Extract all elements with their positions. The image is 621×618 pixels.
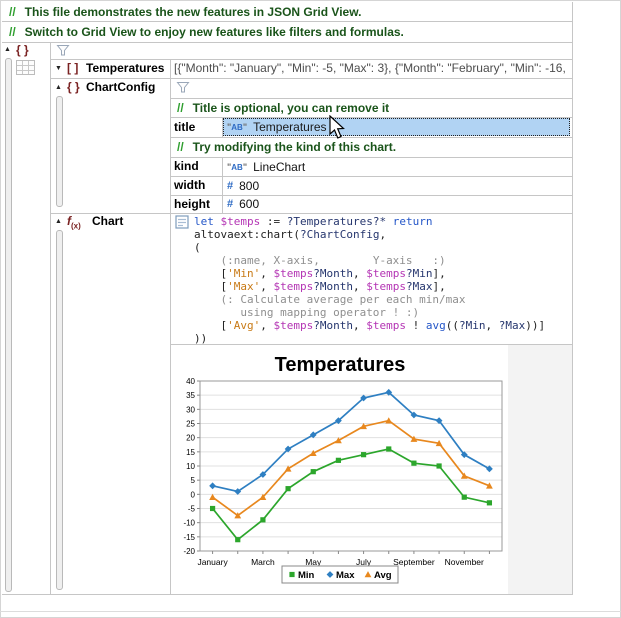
field-value-kind: LineChart: [253, 160, 305, 174]
field-value-width: 800: [239, 179, 259, 193]
svg-text:40: 40: [186, 377, 195, 386]
svg-text:September: September: [393, 557, 435, 567]
comment-text: This file demonstrates the new features …: [25, 5, 362, 19]
row-name-chartconfig[interactable]: ChartConfig: [86, 80, 155, 94]
comment-marker: //: [9, 25, 16, 39]
temperatures-value-preview[interactable]: [{"Month": "January", "Min": -5, "Max": …: [174, 59, 568, 78]
svg-text:November: November: [445, 557, 484, 567]
svg-text:15: 15: [186, 448, 195, 457]
array-symbol: [ ]: [67, 61, 78, 75]
grid-border: [50, 78, 572, 79]
formula-symbol: f(x): [67, 214, 81, 230]
comment-marker: //: [177, 101, 184, 115]
comment-row-2[interactable]: // Switch to Grid View to enjoy new feat…: [2, 21, 571, 42]
kind-value-cell[interactable]: AB LineChart: [227, 157, 305, 176]
number-type-icon: #: [227, 180, 233, 192]
svg-text:-5: -5: [188, 505, 196, 514]
grid-border: [50, 42, 51, 594]
grid-border: [222, 157, 223, 213]
svg-text:35: 35: [186, 391, 195, 400]
string-type-icon: AB: [227, 162, 247, 172]
chart-image: Temperatures -20 -15 -10 -5 0 5 10 15 20 25 30 35 40 J…: [172, 345, 508, 594]
filter-icon[interactable]: [176, 81, 190, 94]
field-label-kind[interactable]: kind: [174, 157, 199, 176]
field-value-title: Temperatures: [253, 120, 326, 134]
root-collapse-bar[interactable]: [5, 58, 12, 592]
comment-text: Try modifying the kind of this chart.: [193, 140, 396, 154]
number-type-icon: #: [227, 198, 233, 210]
grid-border: [572, 2, 573, 594]
svg-text:January: January: [197, 557, 228, 567]
svg-text:20: 20: [186, 434, 195, 443]
field-value-height: 600: [239, 197, 259, 211]
grid-border: [170, 59, 171, 594]
temperatures-expand-arrow[interactable]: ▼: [55, 64, 62, 74]
comment-text: Title is optional, you can remove it: [193, 101, 390, 115]
grid-border: [50, 213, 572, 214]
table-view-icon[interactable]: [16, 60, 35, 75]
grid-border: [2, 42, 572, 43]
svg-text:Max: Max: [336, 570, 355, 581]
comment-marker: //: [177, 140, 184, 154]
height-value-cell[interactable]: # 600: [227, 195, 259, 213]
row-name-chart[interactable]: Chart: [92, 214, 123, 228]
chartconfig-collapse-bar[interactable]: [56, 96, 63, 207]
svg-text:5: 5: [191, 476, 196, 485]
width-value-cell[interactable]: # 800: [227, 176, 259, 195]
mouse-cursor: [329, 115, 347, 141]
chart-collapse-arrow[interactable]: ▲: [55, 217, 62, 227]
svg-text:Min: Min: [298, 570, 315, 581]
comment-row-title[interactable]: // Title is optional, you can remove it: [177, 98, 389, 117]
svg-text:Temperatures: Temperatures: [275, 354, 406, 376]
grid-border: [2, 21, 572, 22]
chart-collapse-bar[interactable]: [56, 230, 63, 590]
comment-marker: //: [9, 5, 16, 19]
root-collapse-arrow[interactable]: ▲: [4, 45, 11, 55]
chartconfig-collapse-arrow[interactable]: ▲: [55, 83, 62, 93]
row-name-temperatures[interactable]: Temperatures: [86, 61, 164, 75]
svg-text:-15: -15: [183, 533, 195, 542]
root-object-symbol: { }: [16, 43, 29, 57]
string-type-icon: AB: [227, 122, 247, 132]
svg-text:March: March: [251, 557, 275, 567]
code-block[interactable]: let $temps := ?Temperatures?* returnalto…: [194, 215, 570, 345]
grid-border: [2, 594, 573, 595]
field-label-title[interactable]: title: [174, 117, 195, 137]
chart-cell-background: [508, 345, 572, 594]
temperatures-chart: Temperatures -20 -15 -10 -5 0 5 10 15 20 25 30 35 40 J…: [172, 345, 508, 594]
comment-row-kind[interactable]: // Try modifying the kind of this chart.: [177, 137, 396, 157]
title-value-cell-selected[interactable]: AB Temperatures: [223, 118, 570, 136]
filter-icon[interactable]: [56, 44, 70, 57]
svg-text:10: 10: [186, 462, 195, 471]
svg-text:Avg: Avg: [374, 570, 392, 581]
edit-formula-icon[interactable]: [175, 215, 189, 229]
comment-text: Switch to Grid View to enjoy new feature…: [25, 25, 404, 39]
formula-symbol-sub: (x): [71, 221, 81, 230]
svg-text:0: 0: [191, 490, 196, 499]
svg-text:-10: -10: [183, 519, 195, 528]
svg-text:30: 30: [186, 405, 195, 414]
svg-text:-20: -20: [183, 547, 195, 556]
object-symbol: { }: [67, 80, 80, 94]
pane-separator: [0, 611, 621, 612]
svg-text:25: 25: [186, 420, 195, 429]
comment-row-1[interactable]: // This file demonstrates the new featur…: [2, 2, 571, 21]
field-label-height[interactable]: height: [174, 195, 210, 213]
field-label-width[interactable]: width: [174, 176, 205, 195]
